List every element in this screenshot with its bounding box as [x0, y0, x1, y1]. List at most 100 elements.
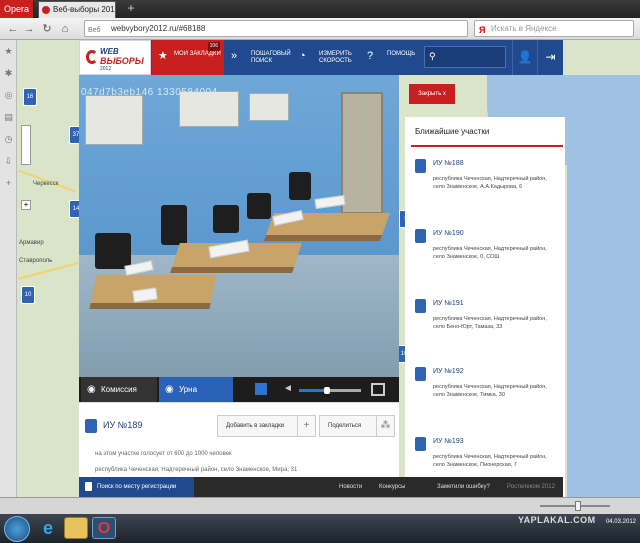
- close-panel-button[interactable]: Закрыть x: [409, 84, 455, 104]
- share-icon: ⁂: [376, 416, 394, 436]
- nav-speed-test[interactable]: ◔ Измерить скорость: [293, 40, 359, 75]
- volume-slider[interactable]: [299, 387, 361, 394]
- nav-my-bookmarks[interactable]: ★ Мои закладки 106: [152, 40, 224, 75]
- yandex-logo-icon: Я: [479, 25, 486, 35]
- zoom-knob[interactable]: [575, 501, 581, 511]
- title-divider: [411, 145, 563, 147]
- registration-search-button[interactable]: Поиск по месту регистрации: [79, 477, 194, 497]
- station-pin-icon: [415, 229, 426, 243]
- video-chair: [213, 205, 239, 233]
- internet-explorer-icon[interactable]: e: [36, 517, 60, 539]
- url-field[interactable]: Веб webvybory2012.ru/#68188: [84, 20, 468, 37]
- site-favicon-icon: [42, 6, 50, 14]
- footer-contests-link[interactable]: Конкурсы: [379, 477, 405, 497]
- video-door: [341, 92, 383, 214]
- station-pin-icon: [415, 299, 426, 313]
- nearby-station-name[interactable]: ИУ №190: [433, 230, 464, 237]
- map-pin[interactable]: 16: [23, 88, 37, 106]
- camera-label: Комиссия: [101, 385, 137, 394]
- nearby-station-name[interactable]: ИУ №192: [433, 368, 464, 375]
- site-logo[interactable]: WEB ВЫБОРЫ 2012: [79, 40, 151, 75]
- watermark: YAPLAKAL.COM: [518, 515, 596, 525]
- site-badge: Веб: [88, 27, 101, 34]
- opera-icon[interactable]: O: [92, 517, 116, 539]
- add-bookmark-button[interactable]: Добавить в закладки +: [217, 415, 316, 437]
- site-footer: Поиск по месту регистрации Новости Конку…: [79, 477, 563, 497]
- fullscreen-icon[interactable]: [371, 383, 385, 396]
- volume-icon[interactable]: ◄: [283, 383, 293, 394]
- search-placeholder: Искать в Яндексе: [491, 24, 557, 33]
- zoom-in-button[interactable]: +: [21, 200, 31, 210]
- nearby-station-address: республика Чеченская, Надтеречный район,…: [433, 454, 547, 468]
- browser-side-panel: ★ ✱ ◎ ▤ ◷ ⇩ +: [0, 40, 17, 497]
- nav-label: Помощь: [387, 51, 416, 57]
- site-search-input[interactable]: ⚲: [424, 46, 506, 68]
- nearby-station-item[interactable]: ИУ №192 республика Чеченская, Надтеречны…: [415, 367, 560, 427]
- browser-status-bar: [0, 497, 640, 514]
- voters-count-text: на этом участке голосует от 600 до 1000 …: [95, 451, 232, 457]
- camera-icon: ◉: [87, 384, 96, 395]
- nearby-title: Ближайшие участки: [415, 127, 490, 136]
- steps-icon: »: [231, 50, 238, 62]
- footer-report-link[interactable]: Заметили ошибку?: [437, 477, 490, 497]
- nav-help[interactable]: ? Помощь: [361, 40, 417, 75]
- nearby-station-item[interactable]: ИУ №191 республика Чеченская, Надтеречны…: [415, 299, 560, 359]
- nearby-station-name[interactable]: ИУ №191: [433, 300, 464, 307]
- document-icon: [85, 482, 92, 491]
- forward-arrow-icon[interactable]: →: [22, 21, 36, 37]
- start-button[interactable]: [4, 516, 30, 542]
- nearby-station-address: республика Чеченская, Надтеречный район,…: [433, 246, 547, 260]
- road-line: [17, 262, 79, 280]
- browser-tab[interactable]: Веб-выборы 2012: [38, 1, 116, 18]
- station-pin-icon: [415, 367, 426, 381]
- volume-knob[interactable]: [323, 387, 330, 394]
- site-header: WEB ВЫБОРЫ 2012 ★ Мои закладки 106 » Пош…: [79, 40, 563, 75]
- add-panel-icon[interactable]: +: [3, 178, 14, 189]
- map-label: Ставрополь: [19, 258, 53, 264]
- video-chair: [161, 205, 187, 245]
- nearby-station-name[interactable]: ИУ №188: [433, 160, 464, 167]
- video-chair: [247, 193, 271, 219]
- downloads-icon[interactable]: ⇩: [3, 156, 14, 167]
- nav-step-search[interactable]: » Пошаговый поиск: [225, 40, 293, 75]
- bookmarks-star-icon[interactable]: ★: [3, 46, 14, 57]
- new-tab-button[interactable]: +: [124, 2, 138, 16]
- unite-icon[interactable]: ◎: [3, 90, 14, 101]
- url-text: webvybory2012.ru/#68188: [111, 24, 206, 33]
- browser-search-field[interactable]: Я Искать в Яндексе: [474, 20, 634, 37]
- user-icon[interactable]: 👤: [512, 40, 537, 75]
- share-button[interactable]: Поделиться ⁂: [319, 415, 395, 437]
- footer-news-link[interactable]: Новости: [339, 477, 362, 497]
- camera-urn-button[interactable]: ◉ Урна: [159, 377, 233, 402]
- folder-icon[interactable]: [64, 517, 88, 539]
- station-pin-icon: [415, 437, 426, 451]
- notes-icon[interactable]: ▤: [3, 112, 14, 123]
- nearby-station-item[interactable]: ИУ №188 республика Чеченская, Надтеречны…: [415, 159, 560, 219]
- opera-menu-button[interactable]: Opera: [0, 0, 34, 18]
- address-toolbar: ← → ↻ ⌂ Веб webvybory2012.ru/#68188 Я Ис…: [0, 18, 640, 40]
- video-chair: [95, 233, 131, 269]
- nearby-station-name[interactable]: ИУ №193: [433, 438, 464, 445]
- back-arrow-icon[interactable]: ←: [6, 21, 20, 37]
- history-icon[interactable]: ◷: [3, 134, 14, 145]
- tab-label: Веб-выборы 2012: [53, 5, 116, 14]
- station-pin-icon: [85, 419, 97, 433]
- play-pause-button[interactable]: [255, 383, 267, 395]
- widgets-icon[interactable]: ✱: [3, 68, 14, 79]
- map-pin[interactable]: 10: [21, 286, 35, 304]
- home-icon[interactable]: ⌂: [58, 21, 72, 37]
- station-pin-icon: [415, 159, 426, 173]
- nearby-station-item[interactable]: ИУ №190 республика Чеченская, Надтеречны…: [415, 229, 560, 289]
- zoom-slider[interactable]: [21, 125, 31, 165]
- plus-icon: +: [297, 416, 315, 436]
- nearby-station-address: республика Чеченская, Надтеречный район,…: [433, 384, 547, 398]
- station-title: ИУ №189: [103, 420, 143, 430]
- star-icon: ★: [158, 50, 168, 62]
- nearby-station-address: республика Чеченская, Надтеречный район,…: [433, 316, 547, 330]
- camera-commission-button[interactable]: ◉ Комиссия: [81, 377, 157, 402]
- webcam-video[interactable]: 047d7b3eb146 1330584004 ◉ Комиссия ◉ Урн…: [79, 75, 399, 402]
- map-label: Черкесск: [33, 181, 59, 187]
- reload-icon[interactable]: ↻: [40, 21, 54, 37]
- video-board: [249, 93, 289, 121]
- logout-icon[interactable]: ⇥: [537, 40, 563, 75]
